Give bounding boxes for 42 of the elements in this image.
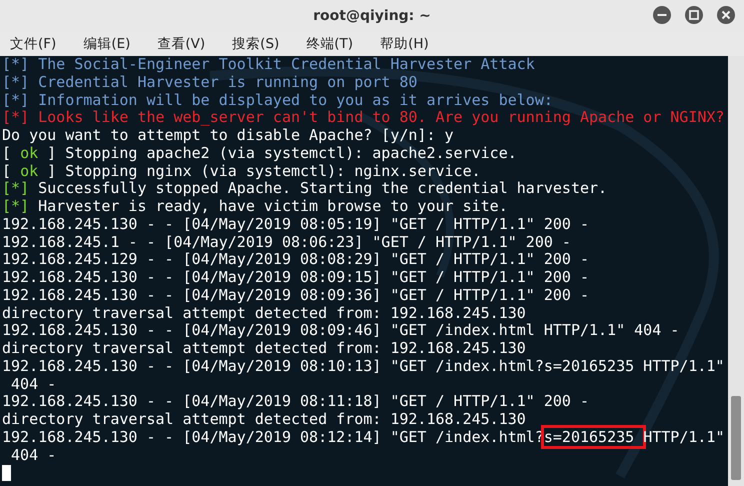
- terminal-text: directory traversal attempt detected from: 192.168.245.130: [2, 339, 526, 357]
- terminal-text: 404 -: [10, 374, 56, 392]
- menu-item[interactable]: 编辑(E): [77, 33, 136, 55]
- terminal-text: 192.168.245.130 - - [04/May/2019 08:05:19] "GET / HTTP/1.1" 200 -: [2, 214, 589, 233]
- terminal-text: [*]: [2, 197, 30, 215]
- terminal-text: ok: [20, 162, 38, 180]
- scrollbar[interactable]: [728, 56, 744, 486]
- terminal-text: Do you want to attempt to disable Apache? [y/n]: y: [2, 126, 454, 144]
- terminal-text: 192.168.245.130 - - [04/May/2019 08:09:36] "GET / HTTP/1.1" 200 -: [2, 286, 589, 304]
- terminal-text: [*]: [2, 179, 30, 198]
- terminal-text: 192.168.245.129 - - [04/May/2019 08:08:29] "GET / HTTP/1.1" 200 -: [2, 250, 589, 268]
- terminal-text: ] Stopping nginx (via systemctl): nginx.service.: [46, 162, 481, 180]
- text-cursor: [2, 465, 11, 482]
- terminal-text: 404 -: [10, 446, 56, 464]
- terminal-text: [*] The Social-Engineer Toolkit Credential Harvester Attack: [2, 56, 535, 73]
- menu-item[interactable]: 查看(V): [151, 33, 212, 55]
- close-icon[interactable]: [716, 5, 736, 25]
- terminal-text: 192.168.245.1 - - [04/May/2019 08:06:23] "GET / HTTP/1.1" 200 -: [2, 232, 571, 250]
- terminal-text: 192.168.245.130 - - [04/May/2019 08:09:46] "GET /index.html HTTP/1.1" 404 -: [2, 321, 680, 340]
- terminal-text: 192.168.245.130 - - [04/May/2019 08:12:14] "GET /index.html?: [2, 428, 544, 446]
- terminal-text: [: [2, 162, 12, 180]
- menu-item[interactable]: 终端(T): [300, 33, 360, 55]
- terminal-text: 192.168.245.130 - - [04/May/2019 08:11:18] "GET / HTTP/1.1" 200 -: [2, 392, 589, 410]
- terminal-text: directory traversal attempt detected from: 192.168.245.130: [2, 410, 526, 428]
- terminal-text: [: [2, 144, 12, 162]
- terminal-text: ok: [20, 144, 38, 162]
- maximize-icon[interactable]: [684, 5, 704, 25]
- terminal-text: [*] Looks like the web_server can't bind to 80. Are you running Apache or NGINX?: [2, 108, 724, 126]
- highlighted-text: s=20165235: [544, 428, 644, 446]
- terminal-text: Harvester is ready, have victim browse to your site.: [37, 197, 508, 215]
- minimize-icon[interactable]: [652, 5, 672, 25]
- menu-item[interactable]: 搜索(S): [226, 33, 286, 55]
- terminal-text: Successfully stopped Apache. Starting the credential harvester.: [37, 179, 608, 198]
- terminal-text: 192.168.245.130 - - [04/May/2019 08:10:13] "GET /index.html?s=20165235 HTTP/1.1": [2, 356, 724, 375]
- menu-item[interactable]: 帮助(H): [374, 33, 435, 55]
- terminal-text: ] Stopping apache2 (via systemctl): apache2.service.: [46, 144, 517, 162]
- window-title: root@qiying: ~: [313, 8, 431, 24]
- terminal-text: 192.168.245.130 - - [04/May/2019 08:09:15] "GET / HTTP/1.1" 200 -: [2, 268, 589, 286]
- terminal-text: directory traversal attempt detected from: 192.168.245.130: [2, 304, 526, 322]
- menu-item[interactable]: 文件(F): [4, 33, 62, 55]
- terminal-text: [*] Credential Harvester is running on port 80: [2, 72, 418, 91]
- terminal-text: [*] Information will be displayed to you as it arrives below:: [2, 90, 553, 108]
